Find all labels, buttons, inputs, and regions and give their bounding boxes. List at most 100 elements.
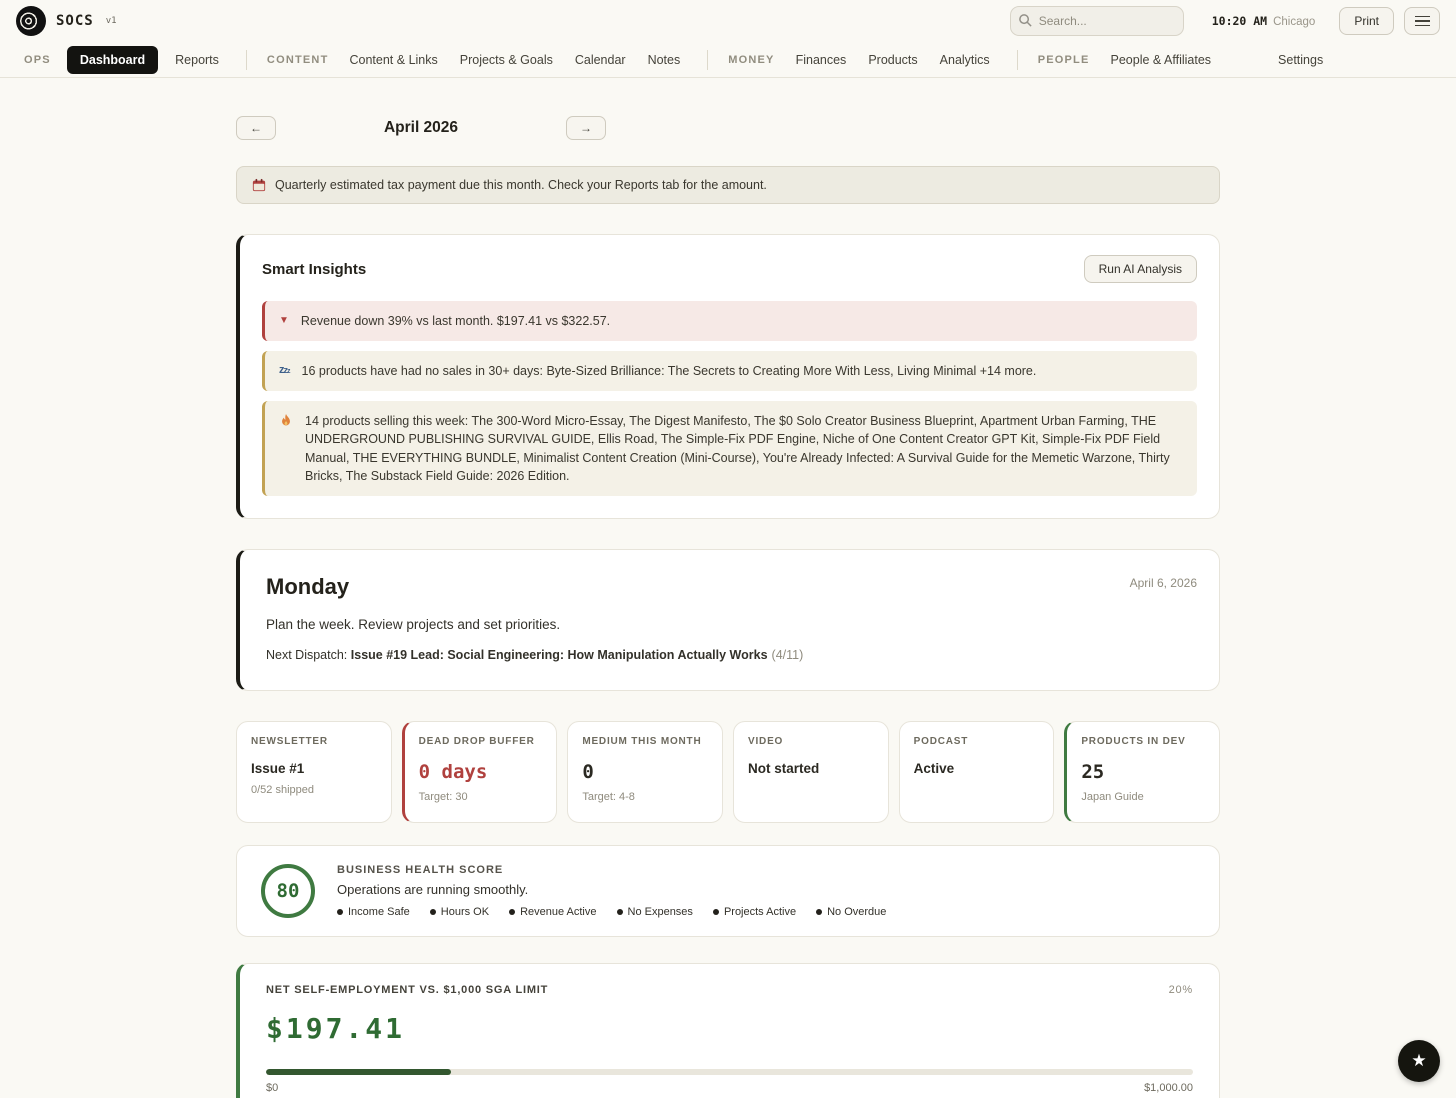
insight-text: 14 products selling this week: The 300-W… xyxy=(305,414,1170,483)
print-button[interactable]: Print xyxy=(1339,7,1394,35)
main-nav: OPS Dashboard Reports CONTENT Content & … xyxy=(0,42,1456,78)
stat-sub: Target: 30 xyxy=(418,790,468,803)
health-badge: No Expenses xyxy=(616,906,693,918)
dot-icon xyxy=(509,908,516,915)
nav-section-people: PEOPLE xyxy=(1037,53,1090,66)
month-title: April 2026 xyxy=(383,119,459,136)
today-body: Plan the week. Review projects and set p… xyxy=(266,616,561,632)
sga-percent: 20% xyxy=(1168,983,1193,996)
stat-card-products-in-dev: PRODUCTS IN DEV 25 Japan Guide xyxy=(1064,720,1220,823)
nav-divider xyxy=(1016,49,1018,70)
run-ai-analysis-button[interactable]: Run AI Analysis xyxy=(1083,255,1197,283)
nav-item-notes[interactable]: Notes xyxy=(648,53,681,67)
nav-item-dashboard[interactable]: Dashboard xyxy=(66,45,159,74)
today-date: April 6, 2026 xyxy=(1129,575,1197,590)
clock-time: 10:20 AM xyxy=(1211,14,1268,28)
stat-card-row: NEWSLETTER Issue #1 0/52 shipped DEAD DR… xyxy=(236,720,1220,823)
stat-label: VIDEO xyxy=(748,735,784,747)
stat-value: Issue #1 xyxy=(251,760,305,776)
star-icon: ★ xyxy=(1411,1051,1427,1070)
nav-section-ops: OPS xyxy=(24,53,51,66)
stat-value: Not started xyxy=(748,760,820,776)
calendar-icon xyxy=(252,178,266,192)
nav-item-settings[interactable]: Settings xyxy=(1278,53,1323,67)
health-message: Operations are running smoothly. xyxy=(337,881,529,897)
nav-item-calendar[interactable]: Calendar xyxy=(575,53,626,67)
stat-card-medium: MEDIUM THIS MONTH 0 Target: 4-8 xyxy=(567,720,723,823)
dispatch-progress: (4/11) xyxy=(771,647,804,662)
nav-section-content: CONTENT xyxy=(266,53,329,66)
sga-scale-max: $1,000.00 xyxy=(1144,1081,1193,1094)
trend-down-icon: ▼ xyxy=(279,315,289,326)
stat-value: Active xyxy=(913,760,955,776)
clock-city: Chicago xyxy=(1273,16,1316,28)
prev-month-button[interactable]: ← xyxy=(236,116,276,140)
dispatch-label: Next Dispatch: xyxy=(266,647,351,662)
stat-label: MEDIUM THIS MONTH xyxy=(582,735,702,747)
dot-icon xyxy=(616,908,623,915)
stat-sub: Japan Guide xyxy=(1081,790,1144,803)
tax-alert-text: Quarterly estimated tax payment due this… xyxy=(275,178,767,192)
dot-icon xyxy=(712,908,719,915)
sga-progress-fill xyxy=(266,1068,452,1075)
health-badge: Income Safe xyxy=(337,906,410,918)
flame-icon xyxy=(282,414,290,426)
top-header: SOCS v1 10:20 AM Chicago Print xyxy=(0,0,1456,42)
health-details: BUSINESS HEALTH SCORE Operations are run… xyxy=(337,864,886,918)
sga-scale: $0 $1,000.00 xyxy=(266,1082,1193,1094)
dashboard-content: ← April 2026 → Quarterly estimated tax p… xyxy=(236,78,1220,1098)
clock: 10:20 AM Chicago xyxy=(1212,14,1316,28)
next-dispatch-line: Next Dispatch: Issue #19 Lead: Social En… xyxy=(266,648,1193,662)
next-month-button[interactable]: → xyxy=(566,116,606,140)
search-icon xyxy=(1018,14,1032,27)
nav-section-money: MONEY xyxy=(728,53,775,66)
insight-stale-products: zzz 16 products have had no sales in 30+… xyxy=(262,351,1197,392)
app-version: v1 xyxy=(105,16,117,26)
stat-value: 0 xyxy=(582,760,594,783)
stat-card-podcast: PODCAST Active xyxy=(898,720,1055,823)
nav-item-projects-goals[interactable]: Projects & Goals xyxy=(460,53,553,67)
zzz-icon: zzz xyxy=(279,364,290,377)
nav-item-analytics[interactable]: Analytics xyxy=(940,53,990,67)
menu-button[interactable] xyxy=(1404,7,1440,35)
today-title: Monday xyxy=(266,573,350,599)
dispatch-title: Issue #19 Lead: Social Engineering: How … xyxy=(350,647,768,662)
smart-insights-card: Smart Insights Run AI Analysis ▼ Revenue… xyxy=(236,234,1220,519)
dot-icon xyxy=(337,908,343,915)
health-badge: Hours OK xyxy=(429,906,489,918)
stat-sub: 0/52 shipped xyxy=(251,783,314,796)
stat-card-newsletter: NEWSLETTER Issue #1 0/52 shipped xyxy=(236,720,392,823)
month-navigator: ← April 2026 → xyxy=(236,116,1220,140)
sga-progress-track xyxy=(266,1068,1193,1075)
health-label: BUSINESS HEALTH SCORE xyxy=(337,863,504,876)
search-box xyxy=(1009,6,1184,36)
nav-item-products[interactable]: Products xyxy=(868,53,917,67)
health-badge: Revenue Active xyxy=(509,906,597,918)
stat-label: PODCAST xyxy=(913,735,969,747)
sga-header: NET SELF-EMPLOYMENT VS. $1,000 SGA LIMIT… xyxy=(266,984,1193,996)
dot-icon xyxy=(429,908,436,915)
star-fab-button[interactable]: ★ xyxy=(1398,1040,1440,1082)
stat-label: PRODUCTS IN DEV xyxy=(1081,735,1186,747)
insight-selling-products: 14 products selling this week: The 300-W… xyxy=(262,401,1197,496)
sga-amount: $197.41 xyxy=(266,1011,406,1045)
tax-alert-banner: Quarterly estimated tax payment due this… xyxy=(236,166,1220,204)
health-badges: Income Safe Hours OK Revenue Active No E… xyxy=(337,906,886,918)
sga-title: NET SELF-EMPLOYMENT VS. $1,000 SGA LIMIT xyxy=(266,983,549,996)
nav-item-finances[interactable]: Finances xyxy=(796,53,847,67)
nav-item-content-links[interactable]: Content & Links xyxy=(350,53,438,67)
stat-label: DEAD DROP BUFFER xyxy=(418,735,535,747)
insight-revenue-down: ▼ Revenue down 39% vs last month. $197.4… xyxy=(262,301,1197,342)
dot-icon xyxy=(816,908,823,915)
smart-insights-header: Smart Insights Run AI Analysis xyxy=(262,255,1197,283)
nav-item-reports[interactable]: Reports xyxy=(175,53,219,67)
nav-item-people-affiliates[interactable]: People & Affiliates xyxy=(1111,53,1212,67)
sga-scale-min: $0 xyxy=(266,1081,279,1094)
sga-limit-card: NET SELF-EMPLOYMENT VS. $1,000 SGA LIMIT… xyxy=(236,962,1220,1098)
app-logo-icon xyxy=(16,6,46,36)
insight-text: 16 products have had no sales in 30+ day… xyxy=(301,364,1037,379)
today-card: Monday April 6, 2026 Plan the week. Revi… xyxy=(236,548,1220,691)
health-badge: Projects Active xyxy=(712,906,796,918)
search-input[interactable] xyxy=(1009,6,1184,36)
nav-divider xyxy=(245,49,247,70)
